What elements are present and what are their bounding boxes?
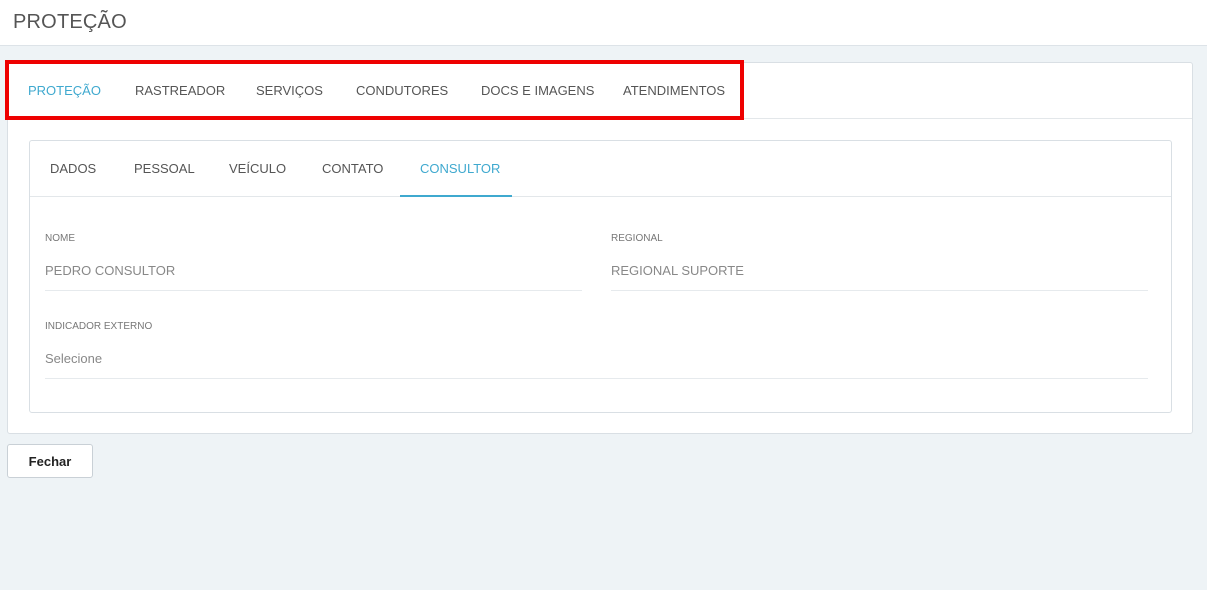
indicador-externo-label: INDICADOR EXTERNO xyxy=(45,321,153,332)
consultant-panel: DADOS PESSOAL VEÍCULO CONTATO CONSULTOR … xyxy=(29,140,1172,413)
tab-veiculo[interactable]: VEÍCULO xyxy=(229,161,286,176)
tab-dados[interactable]: DADOS xyxy=(50,161,96,176)
tab-consultor[interactable]: CONSULTOR xyxy=(420,161,500,176)
outer-tab-bar: PROTEÇÃO RASTREADOR SERVIÇOS CONDUTORES … xyxy=(8,63,1192,119)
tab-atendimentos[interactable]: ATENDIMENTOS xyxy=(623,83,725,98)
close-button[interactable]: Fechar xyxy=(7,444,93,478)
inner-tab-bar: DADOS PESSOAL VEÍCULO CONTATO CONSULTOR xyxy=(30,141,1171,197)
active-tab-indicator xyxy=(400,195,512,197)
tab-servicos[interactable]: SERVIÇOS xyxy=(256,83,323,98)
protection-card: PROTEÇÃO RASTREADOR SERVIÇOS CONDUTORES … xyxy=(7,62,1193,434)
indicador-externo-select[interactable]: Selecione xyxy=(45,351,1148,379)
tab-pessoal[interactable]: PESSOAL xyxy=(134,161,195,176)
regional-field[interactable]: REGIONAL SUPORTE xyxy=(611,263,1148,291)
tab-docs-e-imagens[interactable]: DOCS E IMAGENS xyxy=(481,83,594,98)
tab-contato[interactable]: CONTATO xyxy=(322,161,383,176)
tab-condutores[interactable]: CONDUTORES xyxy=(356,83,448,98)
nome-label: NOME xyxy=(45,233,75,244)
regional-label: REGIONAL xyxy=(611,233,663,244)
top-bar: PROTEÇÃO xyxy=(0,0,1207,46)
tab-protecao[interactable]: PROTEÇÃO xyxy=(28,83,101,98)
nome-field[interactable]: PEDRO CONSULTOR xyxy=(45,263,582,291)
tab-rastreador[interactable]: RASTREADOR xyxy=(135,83,225,98)
page-title: PROTEÇÃO xyxy=(13,11,127,33)
